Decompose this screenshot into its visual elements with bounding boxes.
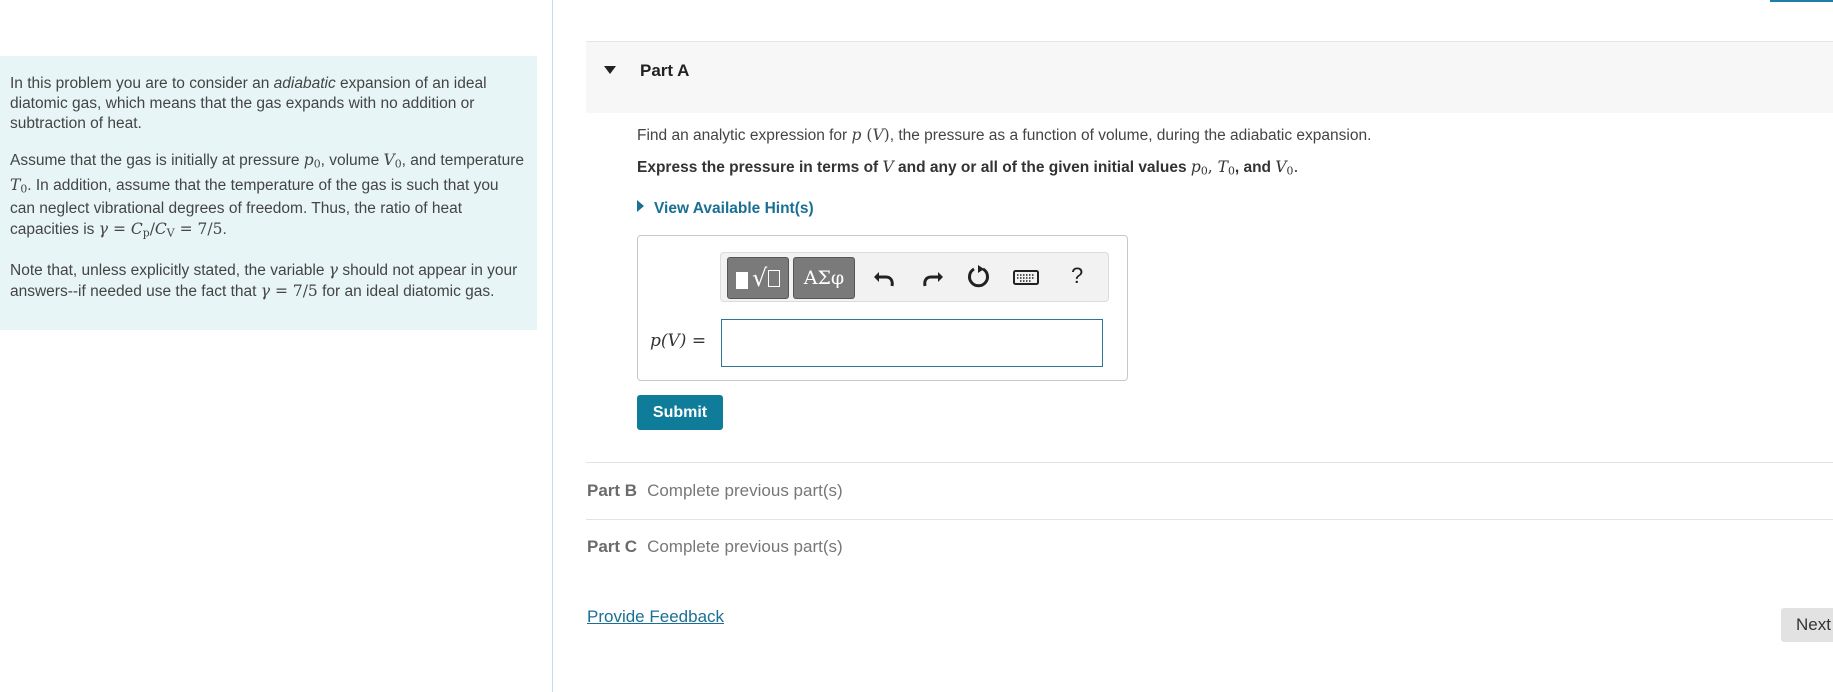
problem-intro-panel: In this problem you are to consider an a… [0, 56, 537, 330]
part-a-title: Part A [640, 61, 690, 80]
answer-box: √ ΑΣφ ? p(V) = [637, 235, 1128, 381]
redo-icon[interactable] [917, 262, 947, 292]
column-divider [552, 0, 553, 692]
submit-button[interactable]: Submit [637, 395, 723, 430]
help-icon[interactable]: ? [1071, 263, 1083, 289]
answer-label: p(V) = [650, 331, 707, 351]
top-accent-bar [1770, 0, 1833, 2]
provide-feedback-link[interactable]: Provide Feedback [587, 607, 724, 627]
question-text: Find an analytic expression for p (V), t… [637, 126, 1372, 144]
keyboard-icon[interactable] [1011, 262, 1041, 292]
part-c-row: Part C Complete previous part(s) [587, 537, 843, 556]
next-button[interactable]: Next [1781, 608, 1833, 642]
answer-input[interactable] [721, 319, 1103, 367]
instruction-text: Express the pressure in terms of V and a… [637, 158, 1299, 178]
intro-paragraph-3: Note that, unless explicitly stated, the… [10, 261, 518, 301]
caret-right-icon [637, 200, 644, 212]
separator [586, 462, 1833, 463]
intro-paragraph-1: In this problem you are to consider an a… [10, 75, 487, 132]
caret-down-icon[interactable] [604, 66, 616, 74]
part-a-header[interactable]: Part A [586, 41, 1833, 113]
intro-paragraph-2: Assume that the gas is initially at pres… [10, 151, 524, 241]
greek-symbols-icon[interactable]: ΑΣφ [793, 257, 855, 299]
separator [586, 519, 1833, 520]
templates-icon[interactable]: √ [727, 257, 789, 299]
part-b-row: Part B Complete previous part(s) [587, 481, 843, 500]
undo-icon[interactable] [870, 262, 900, 292]
view-hints-link[interactable]: View Available Hint(s) [637, 200, 814, 218]
math-toolbar: √ ΑΣφ ? [720, 252, 1109, 302]
reset-icon[interactable] [964, 262, 994, 292]
